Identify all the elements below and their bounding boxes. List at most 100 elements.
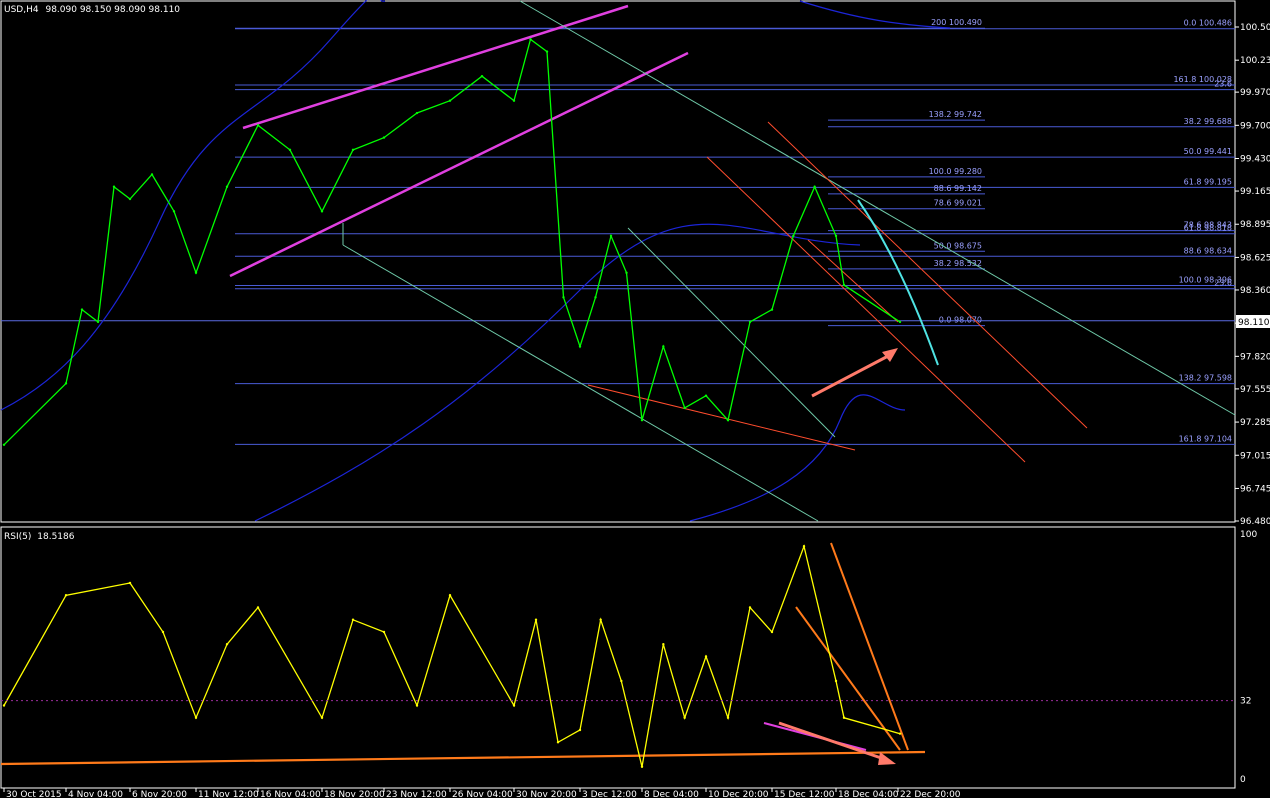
rsi-line-point (194, 716, 198, 719)
channel-lower-line (229, 51, 689, 278)
price-tick-label: 99.700 (1240, 121, 1270, 131)
rsi-line-point (640, 765, 644, 768)
price-tick-label: 100.23 (1240, 56, 1270, 66)
rsi-series (2, 544, 902, 768)
time-tick-label: 18 Nov 20:00 (324, 790, 385, 798)
price-line-point (792, 234, 795, 238)
fib-level-label: 38.2 98.532 (934, 259, 982, 268)
rsi-line-point (448, 594, 452, 597)
price-line-point (96, 320, 100, 324)
price-line-point (704, 394, 708, 397)
rsi-line-point (534, 618, 538, 621)
price-tick-label: 98.895 (1240, 220, 1270, 230)
rsi-line-point (662, 643, 665, 646)
moving-average-mid (254, 223, 861, 522)
price-line-point (194, 271, 198, 274)
red-channel-inner (807, 239, 899, 323)
time-tick-label: 26 Nov 04:00 (452, 790, 513, 798)
price-line-point (112, 185, 116, 188)
price-tick-label: 99.430 (1240, 154, 1270, 164)
rsi-line (3, 544, 901, 767)
time-tick-label: 30 Oct 2015 (6, 790, 62, 798)
price-y-axis: 100.50 100.23 99.970 99.700 99.430 99.165 98.8… (1235, 23, 1270, 527)
red-channel-upper (767, 121, 1088, 429)
price-line-point (480, 74, 484, 78)
fib-level-label: 50.0 98.675 (934, 241, 982, 250)
ohlc-label: 98.090 98.150 98.090 98.110 (45, 5, 180, 15)
price-line-point (594, 296, 597, 299)
rsi-line-point (704, 655, 708, 658)
price-tick-label: 97.015 (1240, 451, 1270, 461)
time-tick-label: 22 Dec 20:00 (900, 790, 961, 798)
time-tick-label: 11 Nov 12:00 (198, 790, 259, 798)
rsi-line-point (726, 716, 730, 719)
price-line-point (382, 136, 386, 139)
price-line-point (625, 271, 628, 274)
price-line-point (683, 406, 686, 410)
price-line-point (80, 308, 84, 311)
price-line-point (545, 50, 549, 53)
fib-level-label: 38.2 99.688 (1184, 117, 1232, 126)
rsi-line-point (415, 704, 419, 707)
rsi-line-point (225, 643, 229, 646)
rsi-header: RSI(5) 18.5186 (4, 532, 75, 542)
rsi-arrow-head (878, 752, 896, 765)
current-price-badge: 98.110 (1236, 315, 1270, 328)
time-tick-label: 8 Dec 04:00 (644, 790, 699, 798)
rsi-line-point (748, 606, 752, 609)
rsi-line-point (834, 679, 838, 683)
fib-level-label: 61.8 98.818 (1184, 224, 1232, 233)
rsi-line-point (578, 728, 582, 732)
rsi-line-point (512, 704, 516, 707)
time-tick-label: 15 Dec 12:00 (774, 790, 835, 798)
rsi-tick-label: 0 (1240, 775, 1246, 785)
price-tick-label: 97.285 (1240, 418, 1270, 428)
price-series (2, 38, 902, 447)
time-tick-label: 16 Nov 04:00 (260, 790, 321, 798)
rsi-tick-label: 32 (1240, 697, 1251, 707)
fib-level-label: 23.6 (1214, 279, 1232, 288)
price-line-point (225, 185, 229, 188)
price-line-point (415, 111, 419, 115)
price-line-point (351, 148, 355, 152)
price-tick-label: 99.165 (1240, 187, 1270, 197)
rsi-descending-lower (795, 606, 901, 751)
fib-level-label: 100.0 99.280 (929, 167, 982, 176)
price-line-point (834, 234, 838, 238)
rsi-line-point (128, 581, 132, 585)
price-tick-label: 96.745 (1240, 484, 1270, 494)
price-line-point (128, 197, 132, 201)
rsi-line-point (620, 679, 623, 683)
rsi-line-point (351, 618, 355, 621)
price-line-point (609, 234, 613, 238)
fib-level-label: 78.6 99.021 (934, 199, 982, 208)
rsi-line-point (64, 594, 68, 597)
time-tick-label: 4 Nov 04:00 (68, 790, 123, 798)
price-line-point (813, 185, 816, 188)
price-line-point (662, 345, 665, 348)
fib-level-label: 0.0 100.486 (1184, 19, 1232, 28)
price-line-point (288, 148, 292, 152)
rsi-panel-frame (0, 526, 1236, 789)
trend-lines (0, 0, 1236, 766)
fib-level-label: 138.2 97.598 (1179, 374, 1232, 383)
rsi-line-point (256, 606, 260, 609)
time-tick-label: 18 Dec 04:00 (838, 790, 899, 798)
price-line-point (529, 38, 532, 41)
price-tick-label: 97.555 (1240, 385, 1270, 395)
fib-level-label: 161.8 97.104 (1179, 434, 1232, 443)
price-line-point (2, 443, 6, 447)
rsi-line-point (599, 618, 602, 621)
fib-level-label: 50.0 99.441 (1184, 147, 1232, 156)
rsi-line-point (161, 630, 165, 634)
time-tick-label: 23 Nov 12:00 (386, 790, 447, 798)
symbol-label: USD,H4 (4, 5, 39, 15)
price-arrow-head (882, 348, 898, 362)
rsi-line-point (382, 630, 386, 634)
fib-level-label: 61.8 99.195 (1184, 177, 1232, 186)
price-line-point (512, 99, 516, 102)
price-line-point (320, 210, 324, 213)
fib-level-label: 0.0 98.070 (939, 316, 982, 325)
price-line-point (726, 419, 730, 422)
rsi-title: RSI(5) (4, 532, 31, 542)
